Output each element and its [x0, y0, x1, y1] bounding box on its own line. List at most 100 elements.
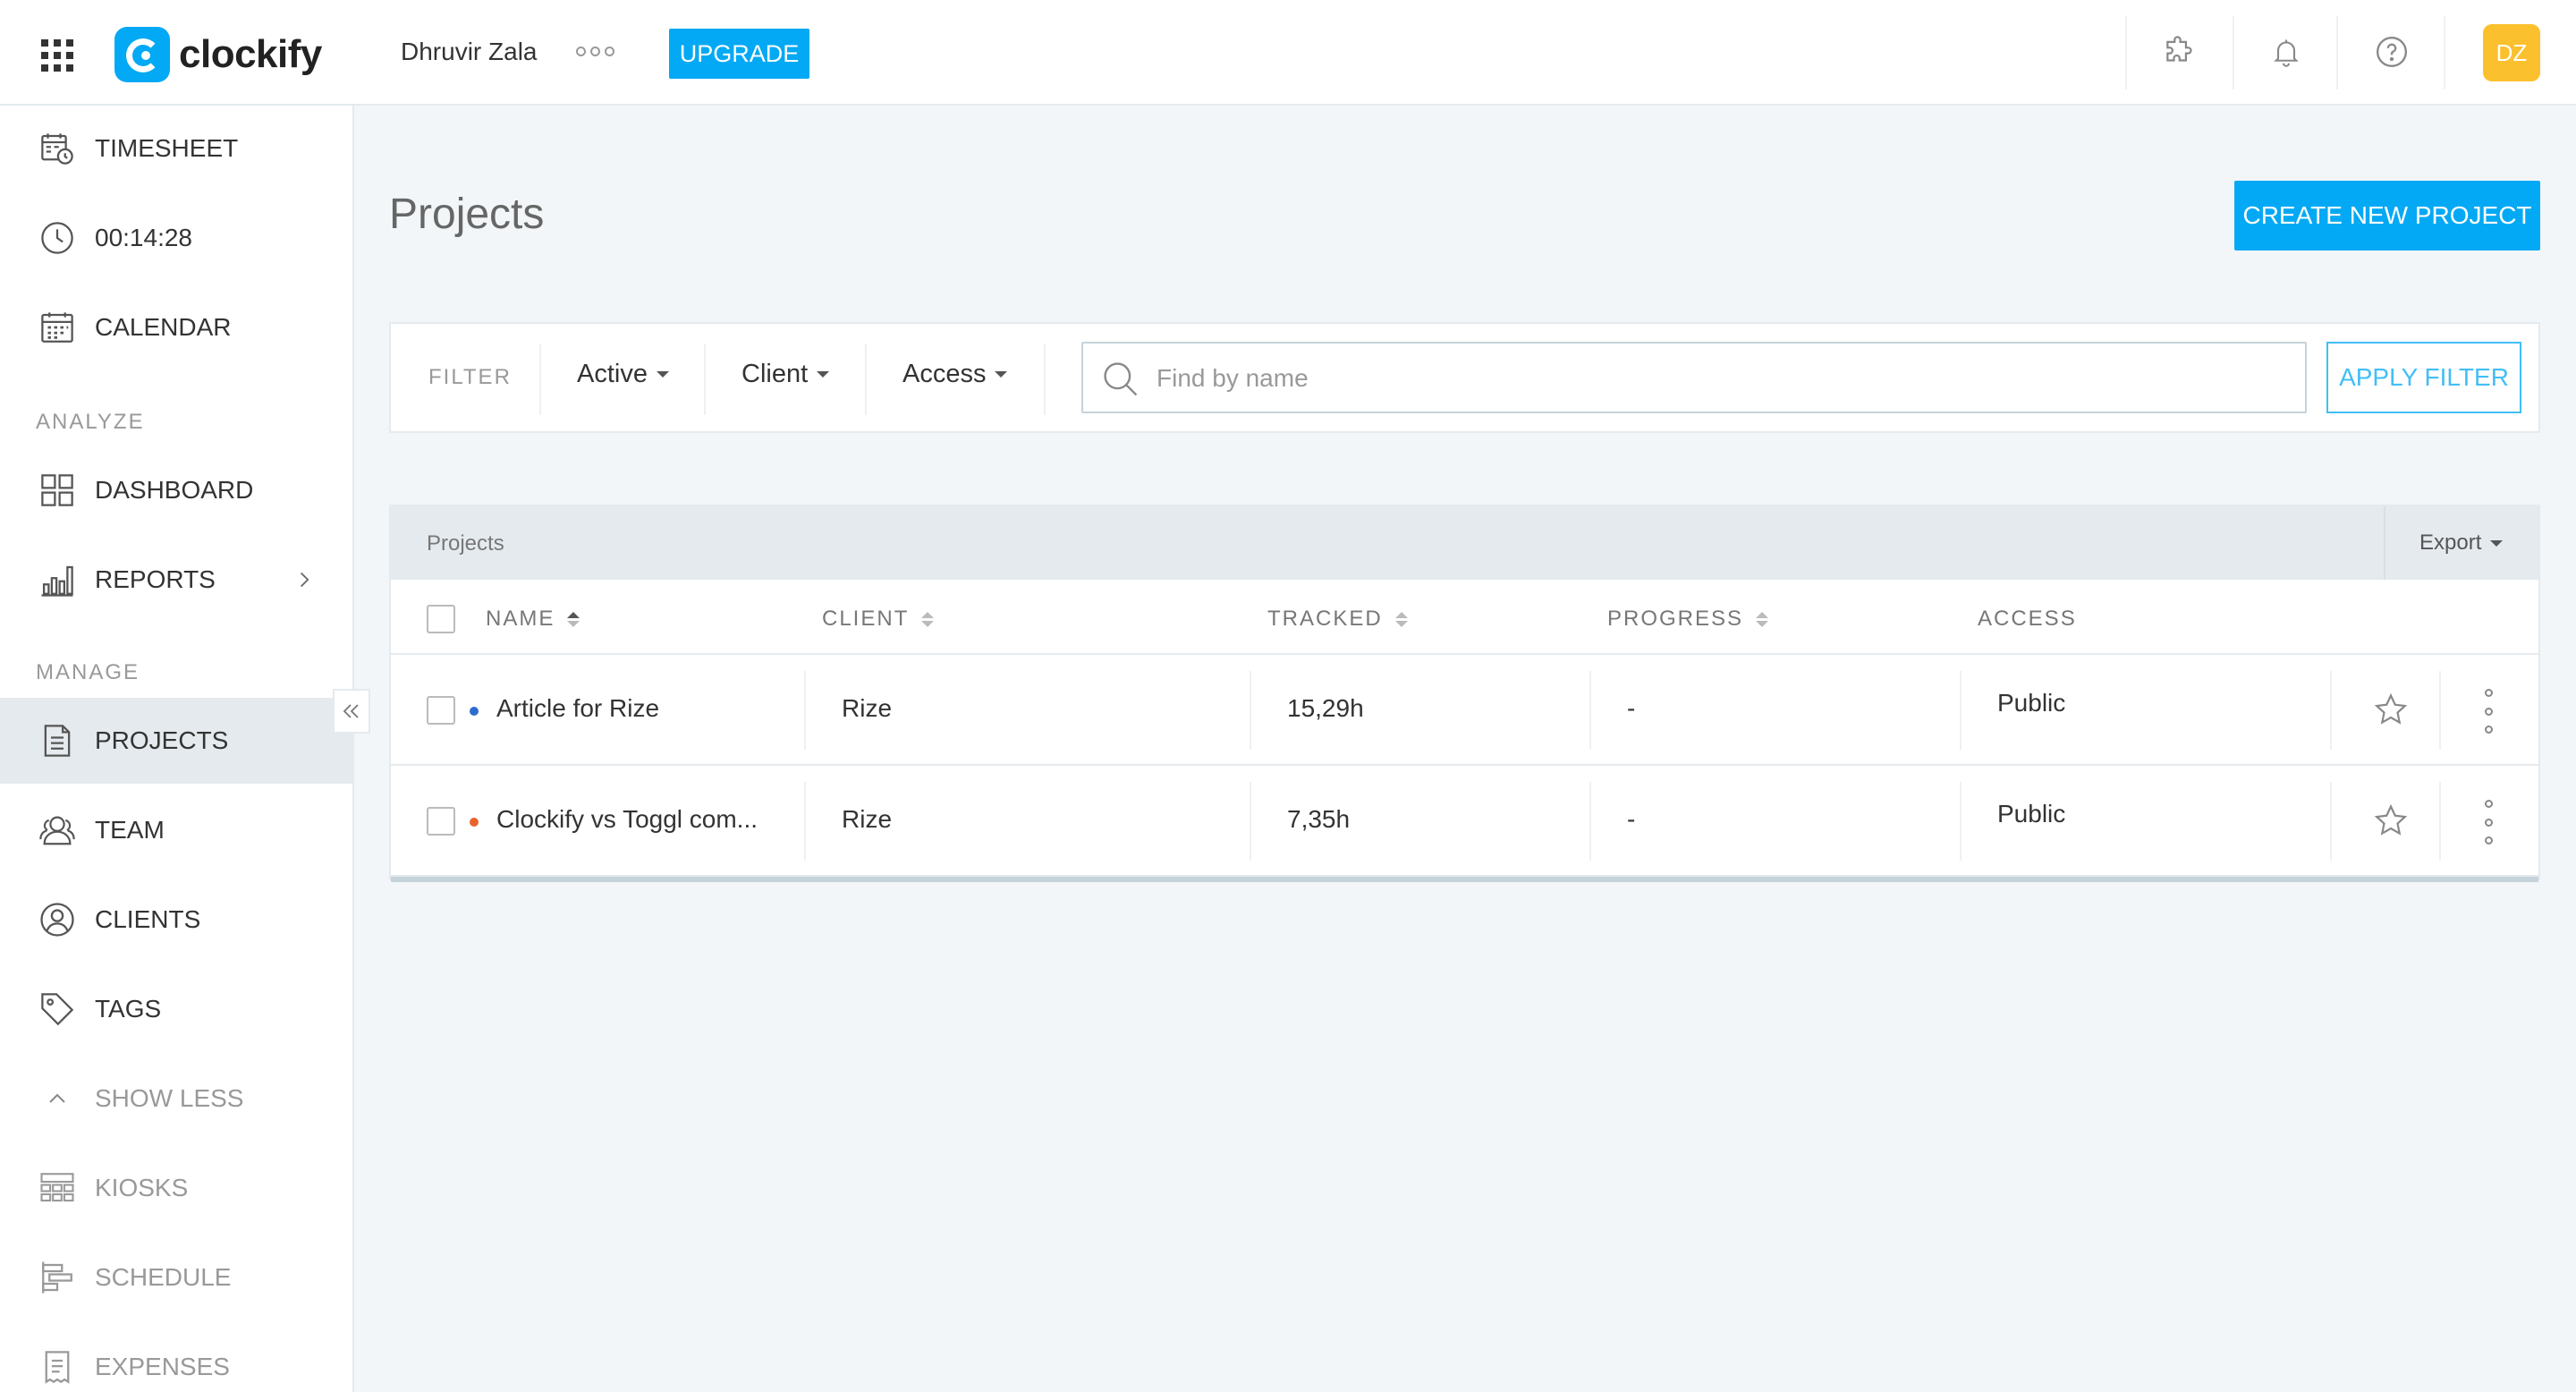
calendar-icon: [38, 308, 77, 347]
workspace-name[interactable]: Dhruvir Zala: [401, 38, 537, 66]
column-header-tracked[interactable]: TRACKED: [1267, 607, 1408, 632]
sidebar-item-show-less[interactable]: SHOW LESS: [0, 1056, 352, 1142]
sidebar-item-tags[interactable]: TAGS: [0, 966, 352, 1052]
table-row[interactable]: Article for Rize Rize 15,29h - Public: [391, 655, 2538, 766]
top-divider: [2125, 16, 2127, 89]
sidebar-item-label: CLIENTS: [95, 905, 201, 933]
apply-filter-button[interactable]: APPLY FILTER: [2326, 342, 2521, 413]
status-filter-value: Active: [577, 360, 648, 388]
sidebar-item-clients[interactable]: CLIENTS: [0, 877, 352, 963]
project-access[interactable]: Public: [1997, 800, 2065, 828]
cell-divider: [2330, 782, 2332, 861]
column-header-progress[interactable]: PROGRESS: [1607, 607, 1769, 632]
favorite-star-icon[interactable]: [2371, 691, 2411, 730]
filter-label: FILTER: [428, 365, 512, 389]
filter-bar: FILTER Active Client Access APPLY FILTER: [389, 322, 2540, 433]
sidebar-item-label: SHOW LESS: [95, 1084, 244, 1112]
project-client[interactable]: Rize: [842, 805, 892, 834]
logo-text: clockify: [179, 32, 322, 76]
kiosk-icon: [38, 1168, 77, 1208]
favorite-star-icon[interactable]: [2371, 802, 2411, 841]
user-avatar[interactable]: DZ: [2483, 24, 2540, 81]
project-progress: -: [1627, 694, 1636, 722]
filter-divider: [539, 344, 541, 415]
top-divider: [2444, 16, 2445, 89]
export-dropdown[interactable]: Export: [2419, 530, 2504, 556]
sidebar-item-reports[interactable]: REPORTS: [0, 537, 352, 623]
sidebar-item-timesheet[interactable]: TIMESHEET: [0, 106, 352, 191]
cell-divider: [1589, 782, 1591, 861]
sidebar: TIMESHEET 00:14:28 CALENDAR ANALYZE DASH…: [0, 106, 354, 1392]
kebab-menu-icon[interactable]: [2482, 689, 2495, 734]
team-icon: [38, 811, 77, 850]
filter-divider: [865, 344, 867, 415]
sort-icon: [567, 611, 580, 627]
status-filter-dropdown[interactable]: Active: [577, 360, 669, 389]
bell-icon[interactable]: [2268, 34, 2304, 70]
sidebar-item-label: TAGS: [95, 995, 162, 1023]
access-filter-value: Access: [902, 360, 987, 388]
top-divider: [2336, 16, 2338, 89]
project-client[interactable]: Rize: [842, 694, 892, 723]
collapse-sidebar-button[interactable]: [333, 689, 370, 734]
select-all-checkbox[interactable]: [427, 605, 455, 633]
search-input[interactable]: [1157, 356, 2284, 401]
extension-puzzle-icon[interactable]: [2161, 34, 2197, 70]
caret-down-icon: [656, 371, 669, 378]
project-name[interactable]: Clockify vs Toggl com...: [496, 805, 758, 834]
column-header-name[interactable]: NAME: [486, 607, 580, 632]
column-header-client[interactable]: CLIENT: [822, 607, 935, 632]
clockify-logo[interactable]: clockify: [114, 27, 322, 82]
kebab-menu-icon[interactable]: [2482, 800, 2495, 845]
dashboard-icon: [38, 471, 77, 510]
export-divider: [2384, 506, 2385, 580]
sidebar-item-expenses[interactable]: EXPENSES: [0, 1324, 352, 1392]
cell-divider: [1960, 671, 1962, 750]
row-checkbox[interactable]: [427, 807, 455, 836]
filter-divider: [704, 344, 706, 415]
sidebar-item-label: PROJECTS: [95, 726, 229, 754]
sidebar-item-dashboard[interactable]: DASHBOARD: [0, 447, 352, 533]
sidebar-item-kiosks[interactable]: KIOSKS: [0, 1145, 352, 1231]
apps-grid-icon[interactable]: [41, 39, 73, 72]
project-access[interactable]: Public: [1997, 689, 2065, 717]
schedule-icon: [38, 1258, 77, 1297]
sort-icon: [1394, 611, 1408, 627]
client-filter-dropdown[interactable]: Client: [741, 360, 830, 389]
sidebar-item-team[interactable]: TEAM: [0, 787, 352, 873]
client-filter-value: Client: [741, 360, 809, 388]
sidebar-item-timer[interactable]: 00:14:28: [0, 195, 352, 281]
upgrade-button[interactable]: UPGRADE: [669, 29, 809, 79]
search-icon: [1104, 362, 1138, 396]
access-filter-dropdown[interactable]: Access: [902, 360, 1008, 389]
cell-divider: [2439, 671, 2441, 750]
create-new-project-button[interactable]: CREATE NEW PROJECT: [2234, 181, 2540, 250]
sidebar-item-schedule[interactable]: SCHEDULE: [0, 1235, 352, 1320]
sidebar-item-projects[interactable]: PROJECTS: [0, 698, 352, 784]
table-row[interactable]: Clockify vs Toggl com... Rize 7,35h - Pu…: [391, 766, 2538, 877]
sidebar-item-calendar[interactable]: CALENDAR: [0, 284, 352, 370]
caret-down-icon: [2490, 539, 2504, 547]
column-header-label: NAME: [486, 607, 555, 631]
project-name[interactable]: Article for Rize: [496, 694, 659, 723]
project-color-dot: [470, 818, 479, 827]
sidebar-item-label: TEAM: [95, 816, 165, 844]
row-checkbox[interactable]: [427, 696, 455, 725]
project-progress: -: [1627, 805, 1636, 833]
sort-icon: [921, 611, 935, 627]
projects-icon: [38, 721, 77, 760]
sidebar-item-label: DASHBOARD: [95, 476, 254, 504]
chevron-up-icon: [38, 1079, 77, 1118]
chevron-right-icon: [301, 572, 309, 588]
more-options-icon[interactable]: [576, 47, 614, 56]
table-bottom-border: [391, 877, 2538, 882]
expenses-icon: [38, 1347, 77, 1387]
clockify-logo-icon: [114, 27, 170, 82]
sidebar-item-label: TIMESHEET: [95, 134, 239, 162]
caret-down-icon: [817, 371, 830, 378]
help-icon[interactable]: [2374, 34, 2410, 70]
cell-divider: [1250, 782, 1251, 861]
top-bar: clockify Dhruvir Zala UPGRADE DZ: [0, 0, 2576, 106]
project-tracked: 15,29h: [1287, 694, 1364, 722]
cell-divider: [1589, 671, 1591, 750]
